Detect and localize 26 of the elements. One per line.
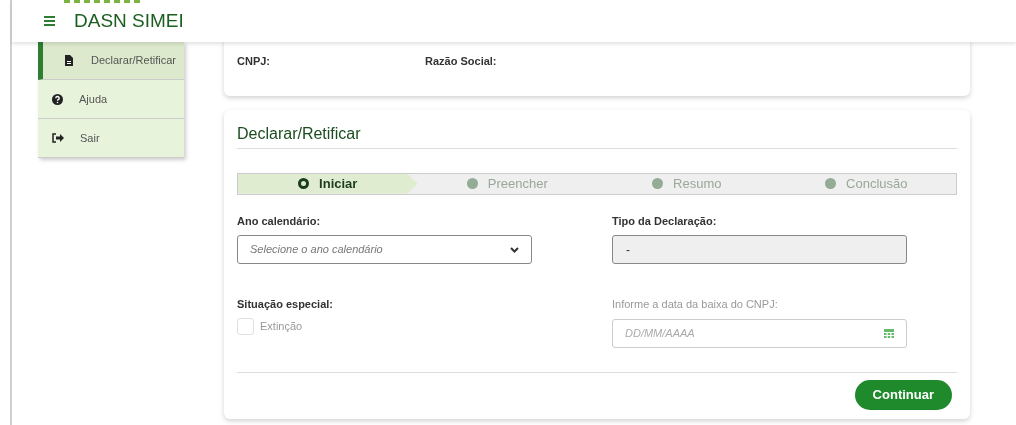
cnpj-label: CNPJ: xyxy=(237,54,271,69)
app-title: DASN SIMEI xyxy=(74,8,184,33)
help-icon xyxy=(52,93,63,105)
field-label: Situação especial: xyxy=(237,297,334,312)
sign-out-icon xyxy=(52,133,64,143)
declaration-type-field: - xyxy=(612,235,907,264)
sidebar-item[interactable]: Sair xyxy=(38,119,184,158)
calendar-icon xyxy=(884,327,894,339)
step-marker-icon xyxy=(298,178,310,190)
sidebar-item[interactable]: Declarar/Retificar xyxy=(38,42,184,80)
field-label: Ano calendário: xyxy=(237,213,322,229)
field-label: Tipo da Declaração: xyxy=(612,213,718,229)
document-icon xyxy=(65,55,73,66)
chevron-down-icon xyxy=(510,246,519,253)
step-marker-icon xyxy=(466,178,478,190)
checkbox-label: Extinção xyxy=(260,318,303,334)
razao-social-label: Razão Social: xyxy=(425,54,497,69)
menu-icon[interactable] xyxy=(44,16,55,26)
step-marker-icon xyxy=(652,178,664,190)
field-label: Informe a data da baixa do CNPJ: xyxy=(612,297,779,312)
sidebar-item[interactable]: Ajuda xyxy=(38,80,184,119)
continue-button[interactable]: Continuar xyxy=(854,379,952,410)
form-title: Declarar/Retificar xyxy=(237,125,361,142)
wizard-step: Iniciar xyxy=(238,174,418,194)
year-select[interactable]: Selecione o ano calendário xyxy=(237,235,532,264)
step-marker-icon xyxy=(825,178,837,190)
